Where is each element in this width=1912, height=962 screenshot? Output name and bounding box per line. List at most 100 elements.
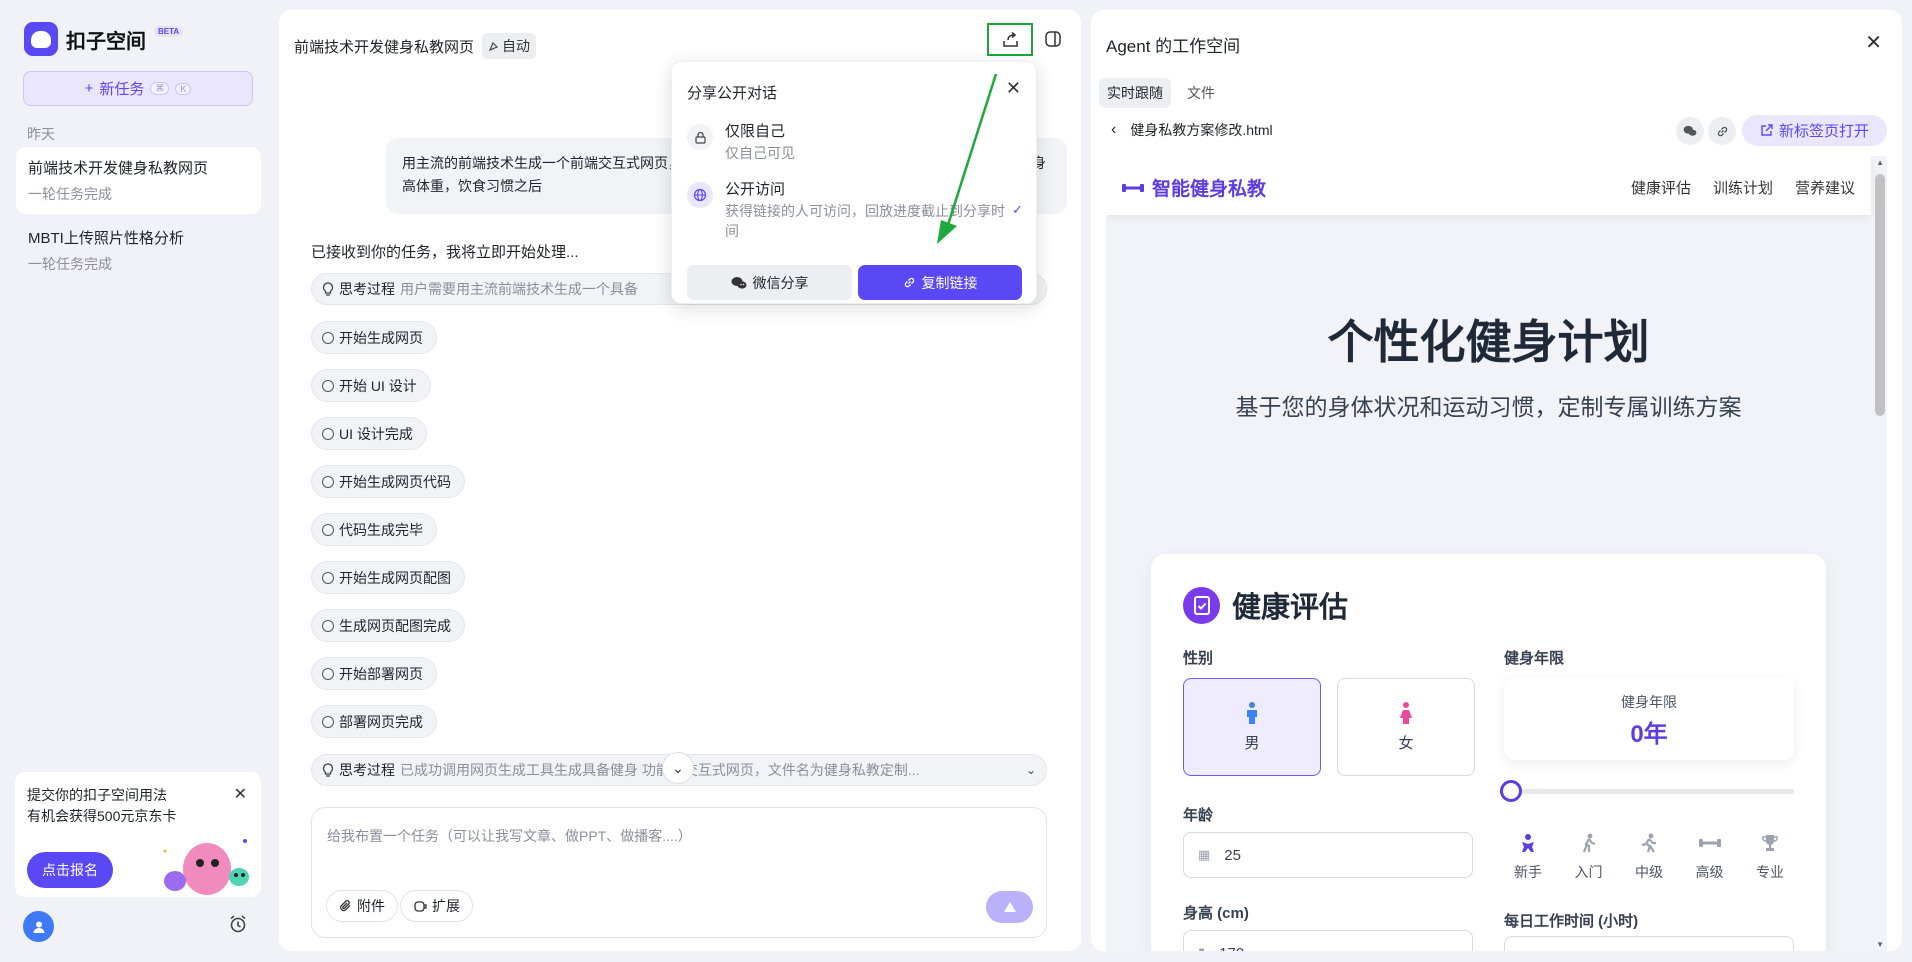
promo-close-icon[interactable]: ✕ bbox=[234, 784, 247, 804]
task-input[interactable] bbox=[327, 828, 1027, 844]
preview-brand-name: 智能健身私教 bbox=[1152, 179, 1267, 200]
attach-label: 附件 bbox=[357, 898, 385, 914]
work-hours-label: 每日工作时间 (小时) bbox=[1504, 913, 1639, 930]
scroll-down-arrow-icon[interactable]: ▼ bbox=[1876, 940, 1884, 949]
lightbulb-icon bbox=[322, 763, 334, 777]
step-label: 开始 UI 设计 bbox=[339, 377, 417, 394]
preview-nav-nutrition[interactable]: 营养建议 bbox=[1795, 177, 1855, 198]
baby-icon bbox=[1517, 832, 1539, 854]
copy-link-button[interactable]: 复制链接 bbox=[858, 265, 1022, 300]
fitness-years-box-label: 健身年限 bbox=[1621, 694, 1677, 710]
step-chip: 代码生成完毕 bbox=[311, 513, 437, 546]
web-preview: 智能健身私教 健康评估 训练计划 营养建议 个性化健身计划 基于您的身体状况和运… bbox=[1106, 156, 1887, 951]
step-label: 生成网页配图完成 bbox=[339, 617, 451, 634]
male-icon bbox=[1247, 701, 1257, 724]
card-title: 健康评估 bbox=[1232, 592, 1349, 624]
share-popover: 分享公开对话 ✕ 仅限自己 仅自己可见 公开访问 获得链接的人可访问，回放进度截… bbox=[671, 61, 1037, 304]
conversation-title: 前端技术开发健身私教网页 bbox=[294, 38, 475, 56]
chevron-down-icon: ⌄ bbox=[672, 759, 684, 776]
send-arrow-icon bbox=[1003, 902, 1016, 912]
age-value: 25 bbox=[1224, 846, 1241, 864]
mode-badge[interactable]: 自动 bbox=[482, 33, 537, 59]
tab-live-follow[interactable]: 实时跟随 bbox=[1099, 78, 1171, 108]
hero-title: 个性化健身计划 bbox=[1327, 316, 1650, 368]
level-starter[interactable]: 入门 bbox=[1565, 832, 1613, 882]
new-task-label: 新任务 bbox=[99, 81, 145, 98]
beta-badge: BETA bbox=[154, 25, 184, 37]
gender-female-option[interactable]: 女 bbox=[1337, 678, 1475, 776]
copy-link-label: 复制链接 bbox=[921, 274, 978, 291]
slider-thumb[interactable] bbox=[1500, 780, 1522, 802]
lightbulb-icon bbox=[322, 282, 334, 296]
wechat-icon bbox=[1683, 125, 1697, 136]
level-intermediate[interactable]: 中级 bbox=[1625, 832, 1673, 882]
preview-nav-assessment[interactable]: 健康评估 bbox=[1631, 177, 1691, 198]
close-icon[interactable]: ✕ bbox=[1865, 30, 1882, 55]
age-input[interactable]: ▦ 25 bbox=[1183, 832, 1473, 878]
height-input[interactable]: ▮ 170 bbox=[1183, 930, 1473, 951]
step-label: 开始生成网页 bbox=[339, 329, 423, 346]
file-name: 健身私教方案修改.html bbox=[1130, 122, 1273, 138]
send-button[interactable] bbox=[986, 891, 1033, 923]
dumbbell-icon bbox=[1122, 183, 1144, 192]
preview-scrollbar[interactable] bbox=[1875, 174, 1885, 416]
file-breadcrumb: ‹ 健身私教方案修改.html bbox=[1111, 120, 1273, 140]
tab-files[interactable]: 文件 bbox=[1179, 78, 1223, 108]
user-avatar[interactable] bbox=[23, 911, 54, 942]
wechat-share-icon-button[interactable] bbox=[1676, 117, 1704, 145]
level-professional[interactable]: 专业 bbox=[1746, 832, 1794, 882]
fitness-years-label: 健身年限 bbox=[1504, 650, 1565, 667]
history-item-fitness[interactable]: 前端技术开发健身私教网页 一轮任务完成 bbox=[16, 147, 261, 214]
walking-icon bbox=[1578, 832, 1600, 854]
attach-button[interactable]: 附件 bbox=[326, 890, 398, 922]
preview-nav-training[interactable]: 训练计划 bbox=[1713, 177, 1773, 198]
back-chevron-icon[interactable]: ‹ bbox=[1111, 121, 1116, 139]
step-label: 代码生成完毕 bbox=[339, 521, 423, 538]
wechat-share-label: 微信分享 bbox=[752, 274, 809, 291]
link-icon bbox=[904, 277, 914, 288]
paperclip-icon bbox=[340, 899, 351, 912]
scroll-up-arrow-icon[interactable]: ▲ bbox=[1876, 158, 1884, 167]
running-icon bbox=[1638, 832, 1660, 854]
share-option-desc: 仅自己可见 bbox=[725, 145, 795, 161]
copy-link-icon-button[interactable] bbox=[1708, 117, 1736, 145]
fitness-years-slider[interactable] bbox=[1500, 780, 1794, 802]
health-assessment-card: 健康评估 性别 男 女 年龄 ▦ 25 身高 (cm) ▮ 170 健身年限 bbox=[1151, 554, 1826, 951]
height-value: 170 bbox=[1219, 945, 1244, 952]
preview-brand[interactable]: 智能健身私教 bbox=[1122, 174, 1266, 201]
extension-icon bbox=[414, 901, 427, 912]
step-chip: 部署网页完成 bbox=[311, 705, 437, 738]
age-label: 年龄 bbox=[1183, 807, 1214, 824]
fitness-years-value: 0年 bbox=[1630, 721, 1668, 748]
panel-toggle-icon[interactable] bbox=[1044, 30, 1062, 48]
extend-label: 扩展 bbox=[432, 898, 460, 914]
level-label: 中级 bbox=[1635, 864, 1663, 880]
conversation-header: 前端技术开发健身私教网页 自动 bbox=[294, 33, 537, 59]
share-button[interactable] bbox=[987, 23, 1033, 56]
extend-button[interactable]: 扩展 bbox=[400, 890, 473, 922]
history-item-mbti[interactable]: MBTI上传照片性格分析 一轮任务完成 bbox=[16, 217, 261, 284]
plus-icon: + bbox=[84, 80, 94, 97]
gender-male-label: 男 bbox=[1244, 734, 1260, 752]
step-status-icon bbox=[322, 427, 334, 440]
scroll-to-bottom-button[interactable]: ⌄ bbox=[662, 752, 694, 784]
work-hours-input[interactable] bbox=[1504, 936, 1794, 951]
link-icon bbox=[1717, 126, 1727, 136]
gender-male-option[interactable]: 男 bbox=[1183, 678, 1321, 776]
share-popover-title: 分享公开对话 bbox=[687, 85, 778, 102]
close-icon[interactable]: ✕ bbox=[1006, 78, 1021, 99]
share-option-public[interactable]: 公开访问 获得链接的人可访问，回放进度截止到分享时间 ✓ bbox=[687, 178, 1023, 241]
app-logo[interactable]: 扣子空间 BETA bbox=[24, 22, 184, 56]
wechat-share-button[interactable]: 微信分享 bbox=[687, 265, 852, 300]
history-section-label: 昨天 bbox=[27, 126, 55, 142]
level-advanced[interactable]: 高级 bbox=[1686, 832, 1734, 882]
share-option-title: 仅限自己 bbox=[725, 123, 786, 140]
alarm-clock-icon[interactable] bbox=[228, 914, 248, 934]
mascot-illustration bbox=[163, 839, 249, 895]
dumbbell-icon bbox=[1698, 832, 1721, 854]
promo-signup-button[interactable]: 点击报名 bbox=[27, 852, 113, 888]
new-task-button[interactable]: + 新任务 ⌘ K bbox=[23, 71, 253, 106]
open-new-tab-button[interactable]: 新标签页打开 bbox=[1742, 115, 1887, 146]
share-option-private[interactable]: 仅限自己 仅自己可见 bbox=[687, 120, 1023, 163]
level-beginner[interactable]: 新手 bbox=[1504, 832, 1552, 882]
